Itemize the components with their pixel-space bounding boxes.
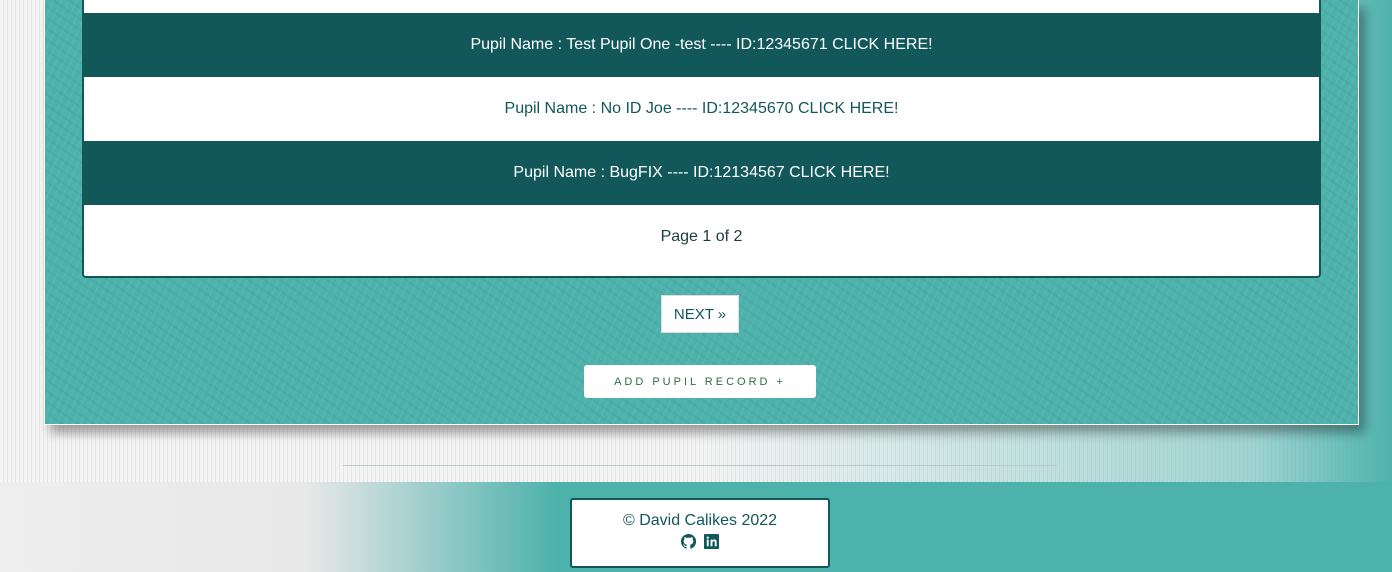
list-item[interactable]: Pupil Name : No ID Joe ---- ID:12345670 … bbox=[84, 77, 1319, 141]
list-item-partial bbox=[84, 0, 1319, 13]
github-icon[interactable] bbox=[680, 533, 697, 549]
footer: © David Calikes 2022 bbox=[0, 482, 1392, 572]
next-page-button[interactable]: NEXT » bbox=[661, 295, 739, 333]
linkedin-icon[interactable] bbox=[704, 534, 719, 549]
list-item[interactable]: Pupil Name : BugFIX ---- ID:12134567 CLI… bbox=[84, 141, 1319, 205]
page-status: Page 1 of 2 bbox=[660, 228, 743, 245]
copyright-text: © David Calikes 2022 bbox=[622, 512, 778, 529]
list-item[interactable]: Pupil Name : Test Pupil One -test ---- I… bbox=[84, 13, 1319, 77]
divider bbox=[343, 465, 1057, 466]
main-panel: Pupil Name : Test Pupil One -test ---- I… bbox=[44, 0, 1359, 425]
add-pupil-record-button[interactable]: ADD PUPIL RECORD + bbox=[584, 365, 816, 398]
pupil-list: Pupil Name : Test Pupil One -test ---- I… bbox=[82, 0, 1321, 278]
footer-box: © David Calikes 2022 bbox=[570, 498, 830, 568]
